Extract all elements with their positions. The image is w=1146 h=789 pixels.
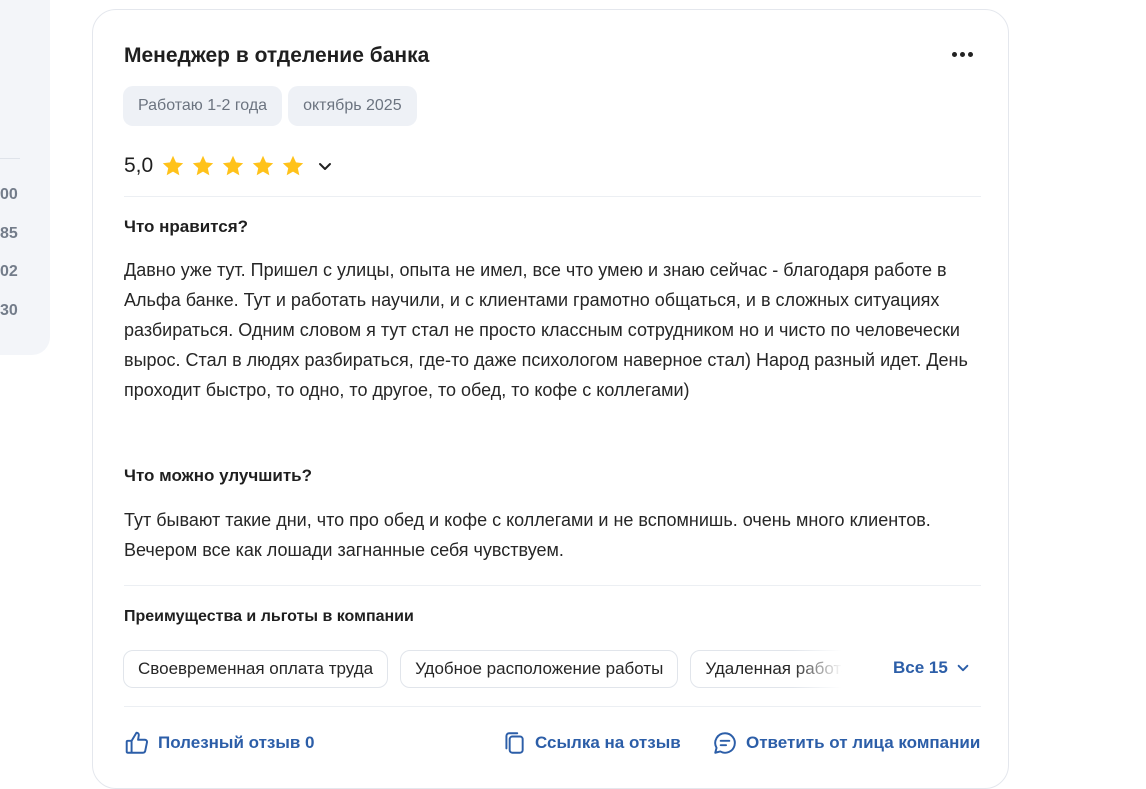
all-benefits-label: Все 15	[893, 658, 948, 677]
thumbs-up-icon	[125, 731, 148, 754]
improve-heading: Что можно улучшить?	[124, 466, 313, 485]
star-icon	[163, 155, 184, 176]
divider	[124, 196, 981, 197]
review-tags: Работаю 1-2 года октябрь 2025	[123, 86, 417, 126]
sidebar-number: 30	[0, 302, 18, 319]
tag-experience: Работаю 1-2 года	[123, 86, 283, 126]
divider	[124, 706, 981, 707]
star-icon	[283, 155, 304, 176]
rating-value: 5,0	[124, 154, 154, 177]
sidebar-number: 85	[0, 225, 18, 242]
sidebar-number: 00	[0, 186, 18, 203]
sidebar-number: 02	[0, 263, 18, 280]
likes-heading: Что нравится?	[124, 217, 249, 236]
rating-expand-button[interactable]	[315, 156, 335, 176]
star-icon	[193, 155, 214, 176]
chips-fade	[793, 650, 863, 690]
sidebar-divider	[0, 158, 20, 159]
review-card: Менеджер в отделение банка Работаю 1-2 г…	[92, 9, 1009, 789]
review-title: Менеджер в отделение банка	[124, 44, 430, 67]
helpful-button[interactable]: Полезный отзыв 0	[124, 730, 315, 756]
reply-label: Ответить от лица компании	[746, 733, 981, 752]
chevron-down-icon	[319, 163, 332, 170]
rating-stars	[161, 154, 305, 178]
copy-icon	[505, 732, 524, 754]
benefit-chip[interactable]: Своевременная оплата труда	[123, 650, 389, 688]
rating-row: 5,0	[124, 154, 335, 178]
tag-date: октябрь 2025	[288, 86, 417, 126]
more-options-button[interactable]	[946, 42, 978, 66]
benefits-list: Своевременная оплата труда Удобное распо…	[123, 650, 849, 690]
star-icon	[223, 155, 244, 176]
copy-link-label: Ссылка на отзыв	[535, 733, 681, 752]
all-benefits-button[interactable]: Все 15	[893, 658, 970, 678]
improve-text: Тут бывают такие дни, что про обед и коф…	[124, 510, 931, 560]
helpful-label: Полезный отзыв 0	[158, 733, 315, 752]
more-dot-icon	[951, 51, 957, 57]
chevron-down-icon	[957, 664, 969, 672]
benefit-chip[interactable]: Удобное расположение работы	[400, 650, 679, 688]
divider	[124, 585, 981, 586]
more-dot-icon	[959, 51, 965, 57]
copy-link-button[interactable]: Ссылка на отзыв	[501, 730, 681, 756]
more-dot-icon	[967, 51, 973, 57]
reply-button[interactable]: Ответить от лица компании	[712, 730, 980, 756]
star-icon	[253, 155, 274, 176]
likes-text: Давно уже тут. Пришел с улицы, опыта не …	[124, 260, 968, 400]
benefits-title: Преимущества и льготы в компании	[124, 608, 414, 625]
chat-bubble-icon	[714, 732, 736, 754]
